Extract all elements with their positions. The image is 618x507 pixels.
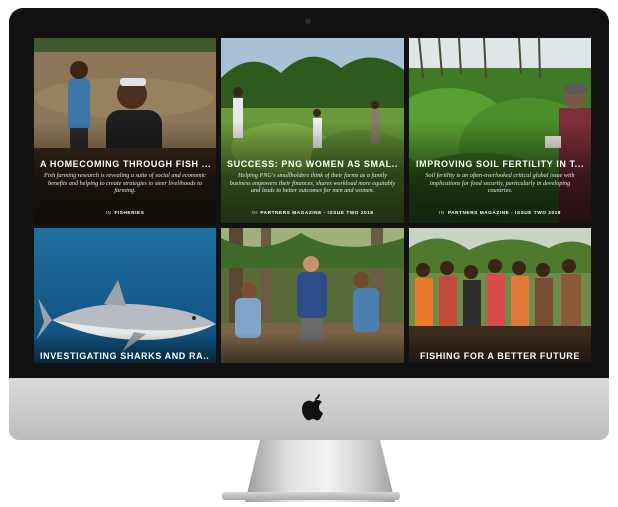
card-overlay — [221, 38, 404, 223]
article-card-sharks-rays[interactable]: INVESTIGATING SHARKS AND RA... — [34, 228, 216, 363]
article-title[interactable]: INVESTIGATING SHARKS AND RA... — [40, 351, 210, 361]
article-title[interactable]: FISHING FOR A BETTER FUTURE — [415, 351, 585, 361]
category-label[interactable]: FISHERIES — [114, 211, 144, 216]
imac-display: A HOMECOMING THROUGH FISH ... Fish farmi… — [9, 8, 609, 502]
article-category[interactable]: IN PARTNERS MAGAZINE - ISSUE TWO 2018 — [227, 211, 398, 216]
article-title[interactable]: A HOMECOMING THROUGH FISH ... — [40, 159, 210, 169]
article-card-fish-homecoming[interactable]: A HOMECOMING THROUGH FISH ... Fish farmi… — [34, 38, 216, 223]
category-prefix: IN — [439, 211, 445, 216]
monitor-stand-base — [222, 492, 400, 500]
monitor-chin — [9, 378, 609, 440]
apple-logo-icon — [302, 394, 323, 421]
category-label[interactable]: PARTNERS MAGAZINE - ISSUE TWO 2018 — [260, 211, 373, 216]
article-card-png-women[interactable]: SUCCESS: PNG WOMEN AS SMAL... Helping PN… — [221, 38, 404, 223]
article-grid: A HOMECOMING THROUGH FISH ... Fish farmi… — [34, 38, 607, 363]
article-card-field-visit[interactable] — [221, 228, 404, 363]
card-overlay — [409, 38, 591, 223]
article-category[interactable]: IN FISHERIES — [40, 211, 210, 216]
article-excerpt: Soil fertility is an often-overlooked cr… — [425, 172, 575, 195]
article-title[interactable]: IMPROVING SOIL FERTILITY IN T... — [415, 159, 585, 169]
article-excerpt: Helping PNG's smallholders think of thei… — [229, 172, 396, 195]
camera-dot — [305, 18, 311, 24]
article-title[interactable]: SUCCESS: PNG WOMEN AS SMAL... — [227, 159, 398, 169]
category-label[interactable]: PARTNERS MAGAZINE - ISSUE TWO 2018 — [448, 211, 561, 216]
article-excerpt: Fish farming research is revealing a sui… — [44, 172, 206, 195]
category-prefix: IN — [251, 211, 258, 216]
category-prefix: IN — [105, 211, 112, 216]
card-overlay — [221, 333, 404, 363]
card-overlay — [34, 38, 216, 223]
article-card-fishing-future[interactable]: FISHING FOR A BETTER FUTURE — [409, 228, 591, 363]
article-category[interactable]: IN PARTNERS MAGAZINE - ISSUE TWO 2018 — [415, 211, 585, 216]
article-card-soil-fertility[interactable]: IMPROVING SOIL FERTILITY IN T... Soil fe… — [409, 38, 591, 223]
